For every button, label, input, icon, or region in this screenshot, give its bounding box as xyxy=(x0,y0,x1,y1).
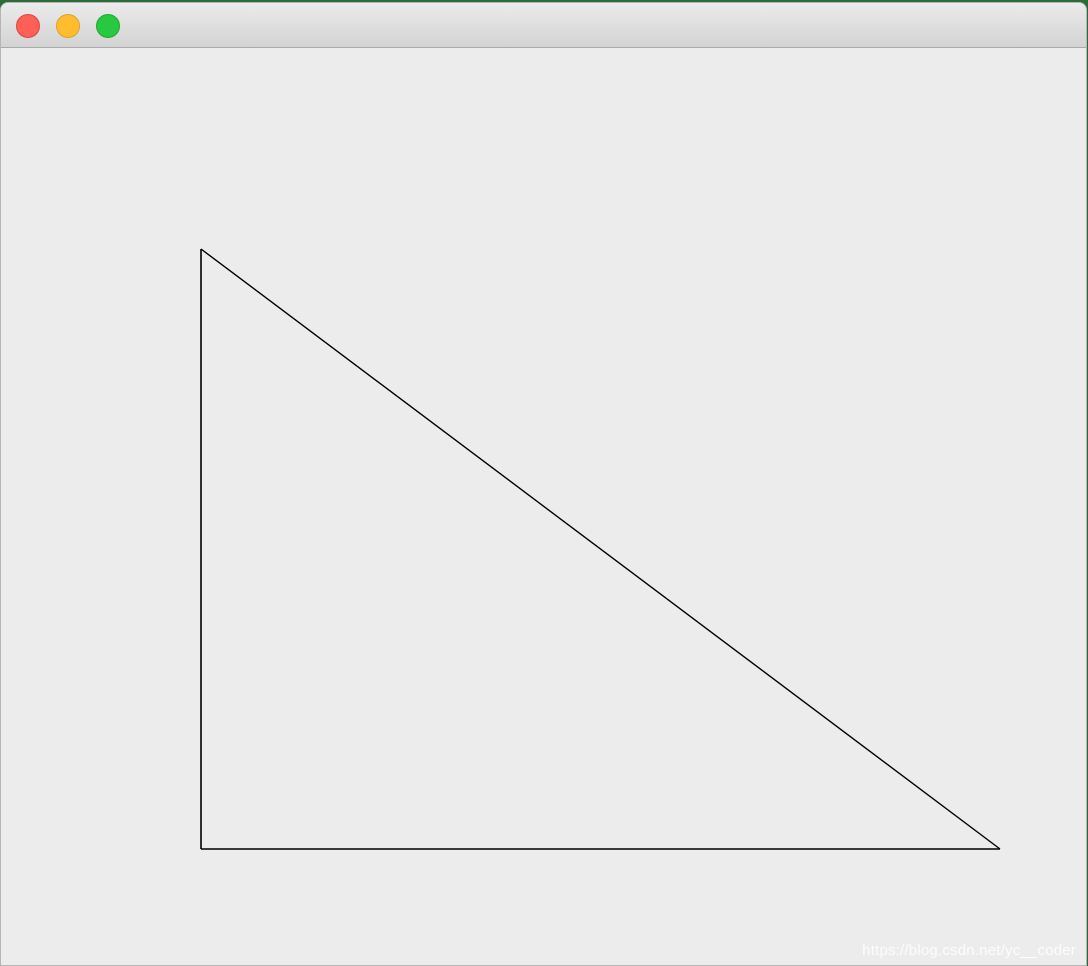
minimize-button[interactable] xyxy=(56,14,80,38)
zoom-button[interactable] xyxy=(96,14,120,38)
app-window: https://blog.csdn.net/yc__coder xyxy=(0,2,1087,966)
close-button[interactable] xyxy=(16,14,40,38)
watermark-text: https://blog.csdn.net/yc__coder xyxy=(862,942,1076,959)
triangle-hypotenuse-edge xyxy=(200,248,1001,850)
drawing-canvas xyxy=(200,248,1001,850)
title-bar[interactable] xyxy=(1,3,1086,48)
